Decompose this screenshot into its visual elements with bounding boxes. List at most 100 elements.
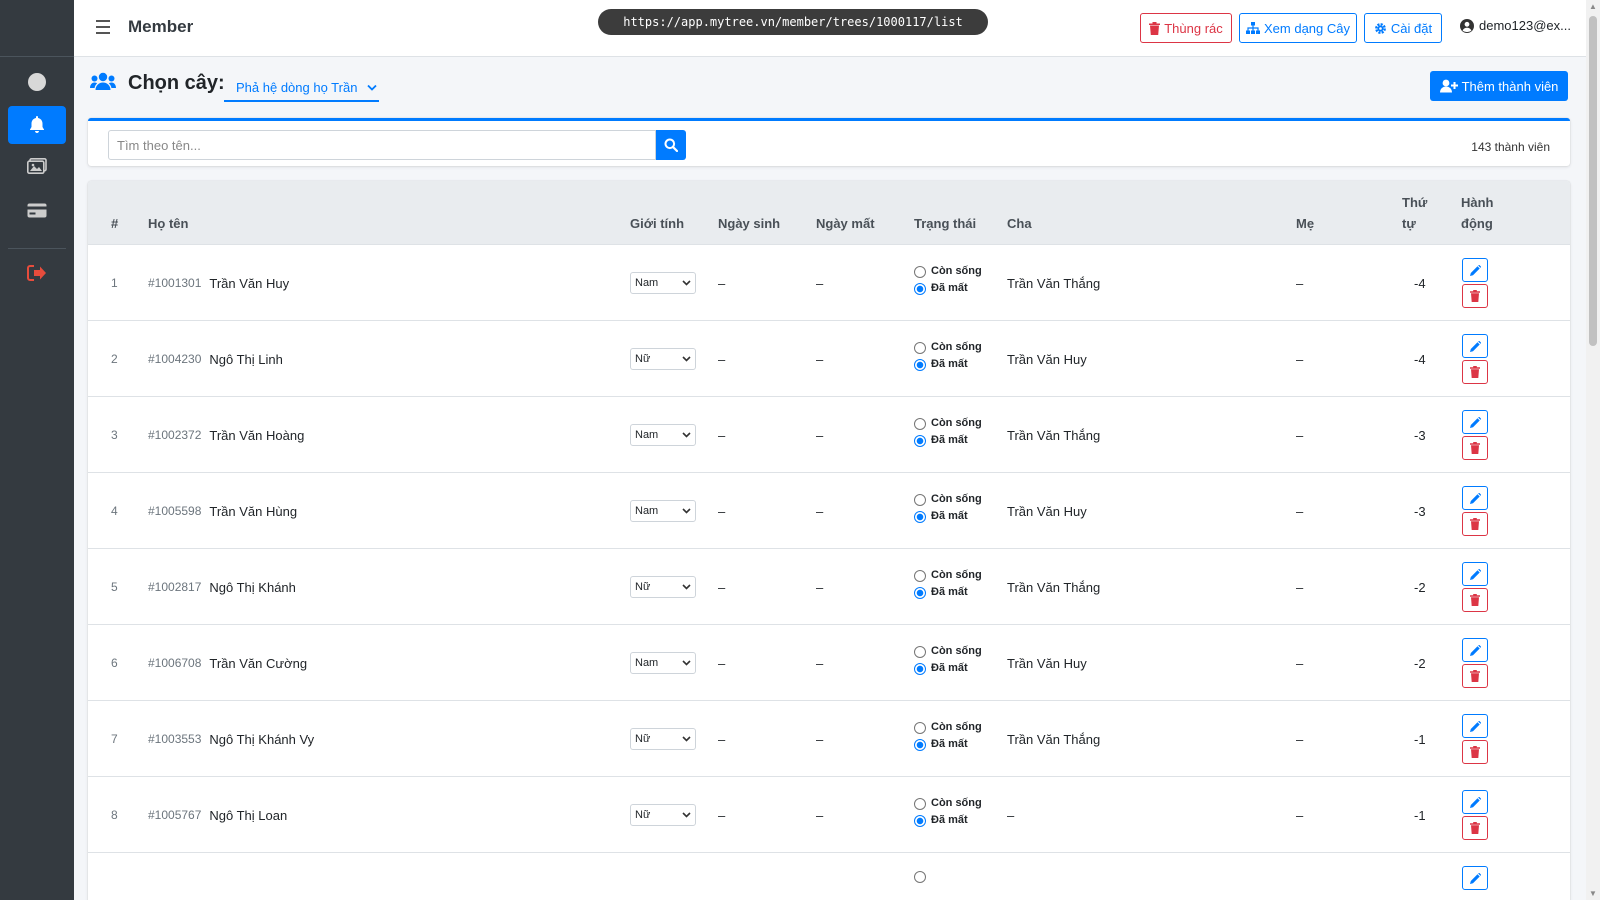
- edit-button[interactable]: [1462, 410, 1488, 434]
- settings-button[interactable]: Cài đặt: [1364, 13, 1442, 43]
- trash-button[interactable]: Thùng rác: [1140, 13, 1232, 43]
- row-index: 4: [111, 504, 118, 518]
- radio-unchecked-icon: [914, 797, 926, 810]
- search-button[interactable]: [656, 130, 686, 160]
- gender-select[interactable]: Nữ: [630, 348, 696, 370]
- mother-name: –: [1296, 503, 1304, 519]
- th-order[interactable]: Thứ tự: [1402, 192, 1427, 234]
- edit-button[interactable]: [1462, 486, 1488, 510]
- member-name-cell[interactable]: #1001301 Trần Văn Huy: [148, 245, 289, 321]
- search-input[interactable]: [108, 130, 656, 160]
- edit-button[interactable]: [1462, 258, 1488, 282]
- delete-button[interactable]: [1462, 588, 1488, 612]
- scroll-down-arrow-icon[interactable]: ▼: [1589, 889, 1597, 898]
- member-name: Trần Văn Hoàng: [209, 427, 305, 443]
- member-name-cell[interactable]: #1004230 Ngô Thị Linh: [148, 321, 283, 397]
- th-name[interactable]: Họ tên: [148, 213, 188, 234]
- th-mother[interactable]: Mẹ: [1296, 213, 1314, 234]
- th-birth[interactable]: Ngày sinh: [718, 213, 780, 234]
- status-alive-radio[interactable]: Còn sống: [914, 643, 982, 660]
- tree-view-button[interactable]: Xem dạng Cây: [1239, 13, 1357, 43]
- status-dead-radio[interactable]: Đã mất: [914, 432, 982, 449]
- table-row: 3 #1002372 Trần Văn Hoàng Nam – – Còn sống Đã m…: [88, 397, 1570, 473]
- edit-button[interactable]: [1462, 562, 1488, 586]
- status-alive-radio[interactable]: Còn sống: [914, 567, 982, 584]
- member-name-cell[interactable]: #1002372 Trần Văn Hoàng: [148, 397, 304, 473]
- scroll-up-arrow-icon[interactable]: ▲: [1589, 2, 1597, 11]
- th-death[interactable]: Ngày mất: [816, 213, 875, 234]
- status-dead-radio[interactable]: Đã mất: [914, 736, 982, 753]
- status-dead-radio[interactable]: Đã mất: [914, 660, 982, 677]
- status-radio-group: Còn sống Đã mất: [914, 491, 982, 525]
- gender-select[interactable]: Nam: [630, 652, 696, 674]
- edit-button[interactable]: [1462, 714, 1488, 738]
- status-dead-radio[interactable]: Đã mất: [914, 356, 982, 373]
- sidebar-item-logout[interactable]: [8, 254, 66, 292]
- pencil-icon: [1469, 644, 1481, 656]
- delete-button[interactable]: [1462, 816, 1488, 840]
- tree-select-dropdown[interactable]: Phả hệ dòng họ Trần: [224, 74, 379, 102]
- mother-name: –: [1296, 655, 1304, 671]
- credit-card-icon: [27, 203, 47, 217]
- sidebar-item-gallery[interactable]: [8, 147, 66, 185]
- th-gender[interactable]: Giới tính: [630, 213, 684, 234]
- gender-select[interactable]: Nữ: [630, 576, 696, 598]
- father-name: Trần Văn Thắng: [1007, 427, 1101, 443]
- delete-button[interactable]: [1462, 740, 1488, 764]
- status-alive-label: Còn sống: [931, 797, 982, 809]
- delete-button[interactable]: [1462, 436, 1488, 460]
- gender-value: Nam: [635, 505, 659, 517]
- status-dead-radio[interactable]: Đã mất: [914, 508, 982, 525]
- status-radio-group: Còn sống Đã mất: [914, 643, 982, 677]
- row-index: 8: [111, 808, 118, 822]
- gender-cell: Nam: [630, 473, 696, 549]
- status-alive-radio[interactable]: Còn sống: [914, 719, 982, 736]
- birth-date: –: [718, 351, 726, 367]
- add-member-button[interactable]: Thêm thành viên: [1430, 71, 1568, 101]
- sidebar-item-notifications[interactable]: [8, 106, 66, 144]
- status-dead-label: Đã mất: [931, 814, 968, 826]
- gender-select[interactable]: Nam: [630, 500, 696, 522]
- gender-select[interactable]: Nam: [630, 424, 696, 446]
- status-dead-radio[interactable]: Đã mất: [914, 584, 982, 601]
- member-id: #1004230: [148, 352, 202, 366]
- gender-select[interactable]: Nữ: [630, 728, 696, 750]
- edit-button[interactable]: [1462, 866, 1488, 890]
- gender-select[interactable]: Nữ: [630, 804, 696, 826]
- member-name-cell[interactable]: #1005598 Trần Văn Hùng: [148, 473, 297, 549]
- member-name-cell[interactable]: #1006708 Trần Văn Cường: [148, 625, 307, 701]
- member-name-cell[interactable]: #1002817 Ngô Thị Khánh: [148, 549, 296, 625]
- member-name-cell[interactable]: #1003553 Ngô Thị Khánh Vy: [148, 701, 314, 777]
- hamburger-menu-icon[interactable]: [96, 20, 110, 34]
- page-scrollbar[interactable]: ▲ ▼: [1586, 0, 1600, 900]
- status-alive-radio[interactable]: Còn sống: [914, 415, 982, 432]
- status-alive-radio[interactable]: Còn sống: [914, 491, 982, 508]
- status-alive-radio[interactable]: [914, 871, 926, 883]
- status-dead-radio[interactable]: Đã mất: [914, 812, 982, 829]
- member-name-cell[interactable]: #1005767 Ngô Thị Loan: [148, 777, 287, 853]
- chevron-down-icon: [367, 84, 378, 91]
- radio-checked-icon: [914, 434, 926, 447]
- delete-button[interactable]: [1462, 284, 1488, 308]
- edit-button[interactable]: [1462, 638, 1488, 662]
- users-icon: [90, 72, 116, 90]
- status-alive-radio[interactable]: Còn sống: [914, 795, 982, 812]
- status-alive-radio[interactable]: Còn sống: [914, 339, 982, 356]
- order-value: -3: [1414, 503, 1426, 519]
- delete-button[interactable]: [1462, 512, 1488, 536]
- delete-button[interactable]: [1462, 360, 1488, 384]
- edit-button[interactable]: [1462, 334, 1488, 358]
- sidebar-item-dashboard[interactable]: [8, 63, 66, 101]
- member-name: Ngô Thị Loan: [209, 807, 288, 823]
- th-father[interactable]: Cha: [1007, 213, 1032, 234]
- status-dead-radio[interactable]: Đã mất: [914, 280, 982, 297]
- th-status[interactable]: Trạng thái: [914, 213, 976, 234]
- delete-button[interactable]: [1462, 664, 1488, 688]
- sidebar-item-billing[interactable]: [8, 191, 66, 229]
- tree-selector-bar: Chọn cây: Phả hệ dòng họ Trần Thêm thành…: [88, 60, 1570, 114]
- edit-button[interactable]: [1462, 790, 1488, 814]
- scroll-thumb[interactable]: [1589, 16, 1597, 346]
- user-menu[interactable]: demo123@ex...: [1460, 18, 1571, 33]
- gender-select[interactable]: Nam: [630, 272, 696, 294]
- status-alive-radio[interactable]: Còn sống: [914, 263, 982, 280]
